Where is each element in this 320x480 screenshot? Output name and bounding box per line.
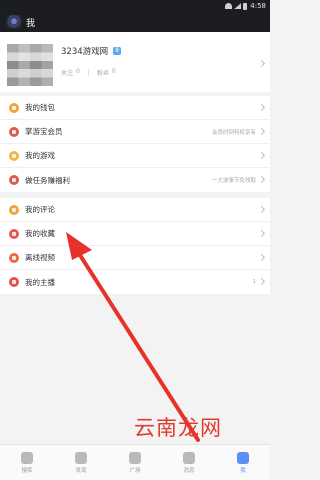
chevron-right-icon <box>257 175 266 184</box>
plaza-icon <box>129 451 141 464</box>
profile-stats: 关注 0 粉丝 0 <box>61 68 116 77</box>
menu-item-wallet[interactable]: 我的钱包 <box>0 96 270 120</box>
page-title: 我 <box>26 18 36 29</box>
menu-item-vip[interactable]: 掌游宝会员 会员时刻特权享有 <box>0 120 270 144</box>
menu-item-offline-video[interactable]: 离线视频 <box>0 246 270 270</box>
app-logo-icon <box>6 15 22 29</box>
menu-item-label: 掌游宝会员 <box>25 127 63 136</box>
message-icon <box>183 451 195 464</box>
chevron-right-icon <box>257 127 266 136</box>
app-header: 我 <box>0 12 270 32</box>
nav-label: 我 <box>240 467 246 474</box>
chevron-right-icon <box>257 59 266 68</box>
nav-item-games[interactable]: 搜库 <box>0 445 54 480</box>
nav-label: 广场 <box>129 467 141 474</box>
profile-name: 3234游戏网 <box>61 47 109 57</box>
task-icon <box>9 175 19 185</box>
menu-item-label: 我的主播 <box>25 277 55 287</box>
wifi-icon <box>225 3 233 9</box>
nav-label: 消息 <box>183 467 195 474</box>
chevron-right-icon <box>257 205 266 214</box>
controller-icon <box>21 451 33 464</box>
menu-item-tasks[interactable]: 做任务赚福利 一大波事节免领取 <box>0 168 270 192</box>
comment-icon <box>9 204 19 215</box>
follow-stat[interactable]: 关注 0 <box>61 68 80 77</box>
level-badge: 8 <box>113 47 121 55</box>
wallet-icon <box>9 102 19 113</box>
signal-icon <box>234 3 242 9</box>
nav-label: 搜库 <box>21 467 33 474</box>
chevron-right-icon <box>257 103 266 112</box>
menu-group-content: 我的评论 我的收藏 离线视频 我的主播 1 <box>0 198 270 294</box>
menu-item-count: 1 <box>252 279 257 285</box>
fans-count: 0 <box>111 68 116 75</box>
fans-label: 粉丝 <box>96 70 109 77</box>
battery-icon <box>243 2 248 10</box>
nav-item-discover[interactable]: 发现 <box>54 445 108 480</box>
status-bar: 4:58 <box>0 0 270 12</box>
menu-item-label: 离线视频 <box>25 253 55 262</box>
menu-item-label: 做任务赚福利 <box>25 175 70 185</box>
stat-divider <box>87 69 89 76</box>
video-icon <box>9 252 19 263</box>
streamer-icon <box>9 277 19 287</box>
menu-item-comments[interactable]: 我的评论 <box>0 198 270 222</box>
menu-item-hint: 一大波事节免领取 <box>211 178 256 184</box>
nav-label: 发现 <box>75 467 87 474</box>
watermark: 云南龙网 <box>134 416 222 440</box>
menu-item-label: 我的游戏 <box>25 151 55 160</box>
chevron-right-icon <box>257 229 266 238</box>
fans-stat[interactable]: 粉丝 0 <box>97 68 116 77</box>
nav-item-plaza[interactable]: 广场 <box>108 445 162 480</box>
game-icon <box>9 150 19 161</box>
profile-name-row: 3234游戏网 8 <box>61 45 121 57</box>
menu-item-games[interactable]: 我的游戏 <box>0 144 270 168</box>
status-time: 4:58 <box>250 2 266 10</box>
chevron-right-icon <box>257 253 266 262</box>
chevron-right-icon <box>257 277 266 286</box>
profile-card[interactable]: 3234游戏网 8 关注 0 粉丝 0 <box>0 32 270 92</box>
menu-item-label: 我的钱包 <box>25 103 55 112</box>
menu-item-favorites[interactable]: 我的收藏 <box>0 222 270 246</box>
avatar[interactable] <box>7 44 53 86</box>
vip-icon <box>9 126 19 137</box>
user-icon <box>237 451 249 464</box>
menu-item-streamers[interactable]: 我的主播 1 <box>0 270 270 294</box>
menu-item-hint: 会员时刻特权享有 <box>211 129 256 136</box>
menu-item-label: 我的评论 <box>25 205 55 214</box>
nav-item-messages[interactable]: 消息 <box>162 445 216 480</box>
star-icon <box>9 228 19 239</box>
menu-item-label: 我的收藏 <box>25 229 55 238</box>
follow-label: 关注 <box>61 70 74 77</box>
menu-group-account: 我的钱包 掌游宝会员 会员时刻特权享有 我的游戏 做任务赚福利 一大波事节免领取 <box>0 96 270 192</box>
chevron-right-icon <box>257 151 266 160</box>
status-icons <box>225 2 248 10</box>
bottom-nav: 搜库 发现 广场 消息 我 <box>0 444 270 480</box>
follow-count: 0 <box>76 68 80 75</box>
compass-icon <box>75 451 87 464</box>
nav-item-me[interactable]: 我 <box>216 445 270 480</box>
